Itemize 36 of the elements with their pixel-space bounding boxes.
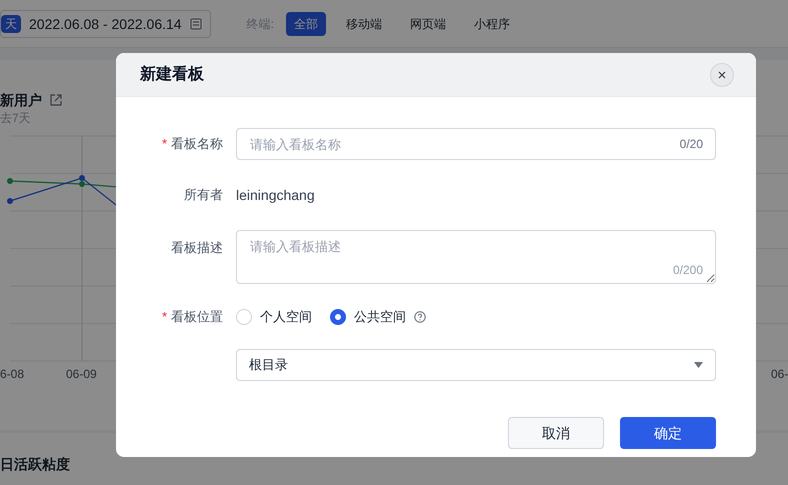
terminal-tab[interactable]: 小程序 <box>466 12 518 36</box>
field-label: 看板描述 <box>171 239 223 257</box>
external-link-icon[interactable] <box>50 94 62 106</box>
dialog-title: 新建看板 <box>140 64 204 84</box>
cancel-button[interactable]: 取消 <box>508 417 604 449</box>
axis-label: 06-09 <box>66 366 97 382</box>
card-title: 新用户 <box>0 91 42 110</box>
calendar-icon <box>190 18 202 30</box>
close-button[interactable] <box>710 62 734 86</box>
character-counter: 0/200 <box>672 262 703 278</box>
required-mark: * <box>162 135 167 154</box>
field-label: 看板位置 <box>171 308 223 326</box>
card-subtitle: 去7天 <box>0 110 32 126</box>
axis-label: 06- <box>771 366 788 382</box>
terminal-tab[interactable]: 移动端 <box>338 12 390 36</box>
field-label: 所有者 <box>184 186 223 204</box>
card-title: 日活跃粘度 <box>0 456 70 472</box>
axis-label: 6-08 <box>0 366 24 382</box>
folder-select[interactable]: 根目录 <box>236 349 716 381</box>
date-range-text: 2022.06.08 - 2022.06.14 <box>29 14 182 34</box>
character-counter: 0/20 <box>680 136 703 152</box>
field-label: 看板名称 <box>171 135 223 154</box>
owner-value: leiningchang <box>236 186 315 205</box>
radio-label[interactable]: 个人空间 <box>260 307 312 327</box>
close-icon <box>718 70 726 78</box>
radio-button[interactable] <box>236 309 252 325</box>
terminal-tab[interactable]: 网页端 <box>402 12 454 36</box>
help-icon[interactable] <box>414 311 426 323</box>
caret-icon <box>694 362 703 368</box>
confirm-button[interactable]: 确定 <box>620 417 716 449</box>
terminal-label: 终端: <box>246 16 274 32</box>
required-mark: * <box>162 308 167 326</box>
terminal-tab[interactable]: 全部 <box>286 12 326 36</box>
radio-label[interactable]: 公共空间 <box>354 307 406 327</box>
range-tag: 天 <box>1 14 21 32</box>
radio-button[interactable] <box>330 309 346 325</box>
